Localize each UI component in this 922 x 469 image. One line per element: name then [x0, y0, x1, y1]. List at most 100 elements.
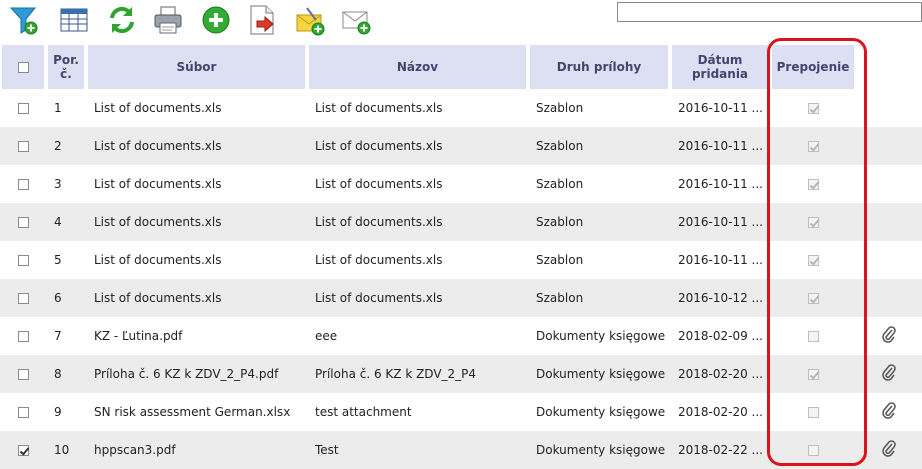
row-file[interactable]: List of documents.xls — [86, 279, 307, 317]
row-number: 5 — [46, 241, 86, 279]
add-icon[interactable] — [200, 4, 232, 36]
row-checkbox[interactable] — [17, 255, 29, 266]
row-name: eee — [307, 317, 528, 355]
row-checkbox[interactable] — [17, 407, 29, 418]
row-number: 1 — [46, 89, 86, 127]
column-header-date[interactable]: Dátum pridania — [670, 45, 770, 89]
row-name: Test — [307, 431, 528, 469]
row-checkbox[interactable] — [17, 141, 29, 152]
refresh-icon[interactable] — [106, 4, 138, 36]
row-checkbox[interactable] — [17, 293, 29, 304]
row-file[interactable]: KZ - Ľutina.pdf — [86, 317, 307, 355]
row-attachment-cell — [856, 165, 922, 203]
column-header-attachment — [856, 45, 922, 89]
table-body: 1 List of documents.xls List of documents.… — [0, 89, 922, 469]
row-link-cell — [770, 355, 856, 393]
row-file[interactable]: List of documents.xls — [86, 89, 307, 127]
row-attachment-cell — [856, 127, 922, 165]
row-type: Dokumenty księgowe — [528, 355, 670, 393]
table-row[interactable]: 8 Príloha č. 6 KZ k ZDV_2_P4.pdf Príloha č… — [0, 355, 922, 393]
row-date: 2018-02-22 ... — [670, 431, 770, 469]
link-checkbox — [807, 293, 819, 304]
paperclip-icon[interactable] — [881, 401, 897, 423]
table-row[interactable]: 2 List of documents.xls List of documents.… — [0, 127, 922, 165]
row-number: 9 — [46, 393, 86, 431]
row-name: Príloha č. 6 KZ k ZDV_2_P4 — [307, 355, 528, 393]
row-date: 2016-10-11 ... — [670, 127, 770, 165]
row-type: Szablon — [528, 203, 670, 241]
column-header-name[interactable]: Názov — [307, 45, 528, 89]
row-number: 2 — [46, 127, 86, 165]
row-file[interactable]: List of documents.xls — [86, 165, 307, 203]
row-number: 4 — [46, 203, 86, 241]
row-type: Szablon — [528, 279, 670, 317]
link-checkbox — [807, 103, 819, 114]
row-link-cell — [770, 165, 856, 203]
link-checkbox — [807, 255, 819, 266]
table-row[interactable]: 3 List of documents.xls List of documents.… — [0, 165, 922, 203]
row-link-cell — [770, 317, 856, 355]
link-checkbox — [807, 179, 819, 190]
new-mail-icon[interactable] — [340, 4, 372, 36]
row-type: Szablon — [528, 127, 670, 165]
table-row[interactable]: 4 List of documents.xls List of documents.… — [0, 203, 922, 241]
row-checkbox[interactable] — [17, 217, 29, 228]
paperclip-icon[interactable] — [881, 439, 897, 461]
row-name: List of documents.xls — [307, 241, 528, 279]
row-date: 2016-10-12 ... — [670, 279, 770, 317]
link-checkbox — [807, 369, 819, 380]
export-icon[interactable] — [246, 4, 278, 36]
row-select-cell — [0, 393, 46, 431]
row-name: List of documents.xls — [307, 279, 528, 317]
row-name: List of documents.xls — [307, 127, 528, 165]
paperclip-icon[interactable] — [881, 325, 897, 347]
select-all-checkbox[interactable] — [17, 62, 29, 73]
attachments-table: Por. č. Súbor Názov Druh prílohy Dátum p… — [0, 45, 922, 469]
table-row[interactable]: 10 hppscan3.pdf Test Dokumenty księgowe 2018… — [0, 431, 922, 469]
row-file[interactable]: List of documents.xls — [86, 241, 307, 279]
row-attachment-cell — [856, 355, 922, 393]
search-input[interactable] — [617, 2, 922, 22]
column-header-number[interactable]: Por. č. — [46, 45, 86, 89]
column-header-file[interactable]: Súbor — [86, 45, 307, 89]
filter-add-icon[interactable] — [8, 4, 40, 36]
table-row[interactable]: 5 List of documents.xls List of documents.… — [0, 241, 922, 279]
row-checkbox[interactable] — [17, 369, 29, 380]
row-link-cell — [770, 127, 856, 165]
table-view-icon[interactable] — [58, 4, 90, 36]
row-file[interactable]: Príloha č. 6 KZ k ZDV_2_P4.pdf — [86, 355, 307, 393]
table-row[interactable]: 1 List of documents.xls List of documents.… — [0, 89, 922, 127]
row-type: Dokumenty księgowe — [528, 393, 670, 431]
link-checkbox — [807, 331, 819, 342]
table-row[interactable]: 9 SN risk assessment German.xlsx test atta… — [0, 393, 922, 431]
toolbar — [0, 0, 922, 40]
print-icon[interactable] — [152, 4, 184, 36]
link-checkbox — [807, 445, 819, 456]
row-checkbox[interactable] — [17, 331, 29, 342]
row-checkbox[interactable] — [17, 179, 29, 190]
row-checkbox[interactable] — [17, 103, 29, 114]
row-select-cell — [0, 279, 46, 317]
column-header-link[interactable]: Prepojenie — [770, 45, 856, 89]
row-link-cell — [770, 393, 856, 431]
row-number: 8 — [46, 355, 86, 393]
row-name: List of documents.xls — [307, 89, 528, 127]
table-row[interactable]: 6 List of documents.xls List of documents.… — [0, 279, 922, 317]
row-checkbox[interactable] — [17, 445, 29, 456]
row-file[interactable]: List of documents.xls — [86, 203, 307, 241]
row-attachment-cell — [856, 89, 922, 127]
table-row[interactable]: 7 KZ - Ľutina.pdf eee Dokumenty księgowe 201… — [0, 317, 922, 355]
attach-mail-icon[interactable] — [294, 4, 326, 36]
row-link-cell — [770, 241, 856, 279]
row-link-cell — [770, 89, 856, 127]
row-select-cell — [0, 241, 46, 279]
row-file[interactable]: hppscan3.pdf — [86, 431, 307, 469]
row-file[interactable]: SN risk assessment German.xlsx — [86, 393, 307, 431]
paperclip-icon[interactable] — [881, 363, 897, 385]
link-checkbox — [807, 407, 819, 418]
column-header-type[interactable]: Druh prílohy — [528, 45, 670, 89]
row-name: List of documents.xls — [307, 203, 528, 241]
row-file[interactable]: List of documents.xls — [86, 127, 307, 165]
row-link-cell — [770, 279, 856, 317]
row-type: Szablon — [528, 165, 670, 203]
